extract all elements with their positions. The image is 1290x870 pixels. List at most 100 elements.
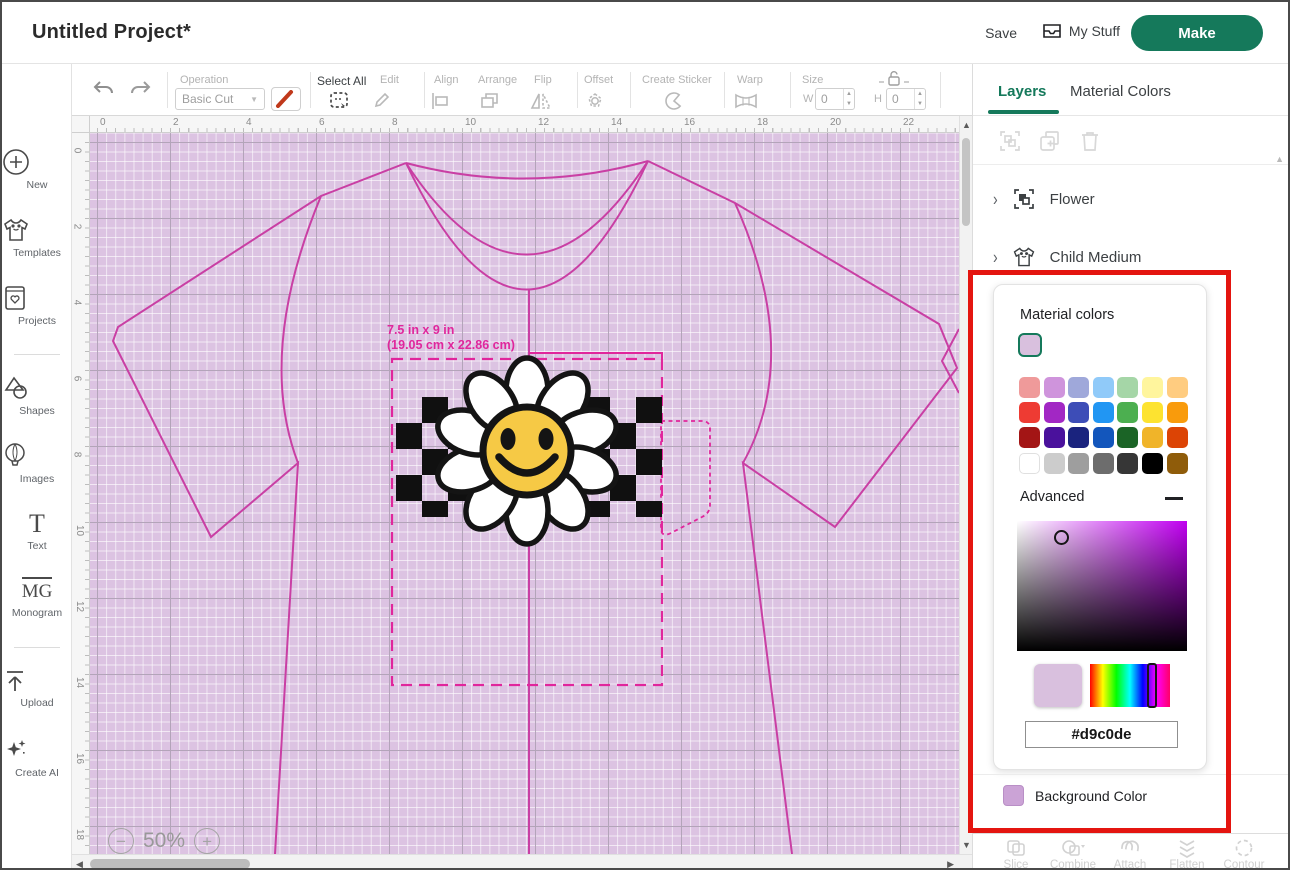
select-all-icon[interactable] bbox=[328, 90, 350, 112]
action-label: Combine bbox=[1045, 859, 1101, 870]
color-swatch[interactable] bbox=[1044, 377, 1065, 398]
chevron-right-icon[interactable]: › bbox=[993, 189, 998, 210]
operation-dropdown[interactable]: Basic Cut▼ bbox=[175, 88, 265, 110]
color-swatch[interactable] bbox=[1167, 402, 1188, 423]
chevron-right-icon[interactable]: › bbox=[993, 247, 998, 268]
color-swatch[interactable] bbox=[1068, 427, 1089, 448]
pocket-outline[interactable] bbox=[661, 421, 710, 535]
horizontal-scroll-thumb[interactable] bbox=[90, 859, 250, 869]
width-spinner[interactable]: ▲▼ bbox=[843, 89, 854, 109]
canvas-workspace: 0246810121416182022 024681012141618 bbox=[72, 116, 972, 870]
lock-icon[interactable] bbox=[877, 70, 911, 86]
flatten-button[interactable]: Flatten bbox=[1159, 838, 1215, 870]
sidebar-item-images[interactable]: Images bbox=[2, 442, 72, 485]
saturation-brightness-picker[interactable] bbox=[1017, 521, 1187, 651]
zoom-out-button[interactable]: − bbox=[108, 828, 134, 854]
horizontal-scrollbar[interactable]: ◀ ▶ bbox=[72, 854, 972, 870]
flip-label[interactable]: Flip bbox=[534, 74, 552, 86]
trash-button[interactable] bbox=[1078, 129, 1102, 153]
scroll-right-icon[interactable]: ▶ bbox=[947, 859, 954, 870]
color-swatch[interactable] bbox=[1142, 402, 1163, 423]
attach-icon bbox=[1118, 838, 1142, 858]
height-spinner[interactable]: ▲▼ bbox=[914, 89, 925, 109]
undo-button[interactable] bbox=[92, 77, 116, 101]
color-swatch[interactable] bbox=[1093, 453, 1114, 474]
save-button[interactable]: Save bbox=[985, 25, 1017, 41]
arrange-label[interactable]: Arrange bbox=[478, 74, 517, 86]
hue-slider[interactable] bbox=[1090, 664, 1170, 707]
vertical-scrollbar[interactable]: ▲ ▼ bbox=[959, 116, 972, 854]
sidebar-item-create-ai[interactable]: Create AI bbox=[2, 736, 72, 779]
edit-label[interactable]: Edit bbox=[380, 74, 399, 86]
my-stuff-button[interactable]: My Stuff bbox=[1042, 22, 1120, 40]
zoom-in-button[interactable]: + bbox=[194, 828, 220, 854]
color-swatch[interactable] bbox=[1044, 427, 1065, 448]
select-all-button[interactable]: Select All bbox=[317, 74, 366, 88]
vertical-scroll-thumb[interactable] bbox=[962, 138, 970, 226]
color-swatch[interactable] bbox=[1019, 453, 1040, 474]
make-button[interactable]: Make bbox=[1131, 15, 1263, 51]
design-canvas[interactable]: 7.5 in x 9 in (19.05 cm x 22.86 cm) − 50… bbox=[90, 133, 959, 854]
color-swatch[interactable] bbox=[1167, 427, 1188, 448]
selected-material-color-swatch[interactable] bbox=[1018, 333, 1042, 357]
duplicate-button[interactable] bbox=[1038, 129, 1062, 153]
bottom-action-bar: Slice Combine Attach Flatten Contour bbox=[973, 833, 1290, 870]
sidebar-item-monogram[interactable]: MG Monogram bbox=[2, 577, 72, 619]
contour-button[interactable]: Contour bbox=[1216, 838, 1272, 870]
color-swatch[interactable] bbox=[1044, 402, 1065, 423]
scroll-left-icon[interactable]: ◀ bbox=[76, 859, 83, 870]
color-swatch[interactable] bbox=[1068, 402, 1089, 423]
color-swatch[interactable] bbox=[1167, 453, 1188, 474]
picker-handle[interactable] bbox=[1054, 530, 1069, 545]
sidebar-item-templates[interactable]: Templates bbox=[2, 216, 72, 259]
tab-layers[interactable]: Layers bbox=[998, 83, 1046, 100]
color-swatch[interactable] bbox=[1093, 427, 1114, 448]
color-swatch[interactable] bbox=[1019, 402, 1040, 423]
attach-button[interactable]: Attach bbox=[1102, 838, 1158, 870]
background-color-row[interactable]: Background Color bbox=[1003, 785, 1147, 806]
color-swatch[interactable] bbox=[1093, 377, 1114, 398]
color-swatch[interactable] bbox=[1019, 427, 1040, 448]
redo-button[interactable] bbox=[128, 77, 152, 101]
create-sticker-label[interactable]: Create Sticker bbox=[642, 74, 712, 86]
sidebar-item-projects[interactable]: Projects bbox=[2, 284, 72, 327]
color-swatch[interactable] bbox=[1142, 453, 1163, 474]
operation-color-button[interactable] bbox=[271, 87, 301, 111]
slice-button[interactable]: Slice bbox=[988, 838, 1044, 870]
align-label[interactable]: Align bbox=[434, 74, 458, 86]
hex-color-input[interactable] bbox=[1025, 721, 1178, 748]
color-swatch[interactable] bbox=[1068, 377, 1089, 398]
sidebar-item-upload[interactable]: Upload bbox=[2, 668, 72, 709]
collapse-advanced-icon[interactable] bbox=[1165, 497, 1183, 500]
color-swatch[interactable] bbox=[1044, 453, 1065, 474]
color-swatch[interactable] bbox=[1117, 377, 1138, 398]
scroll-up-icon[interactable]: ▲ bbox=[962, 120, 971, 130]
layer-row-child-medium[interactable]: › Child Medium bbox=[973, 230, 1290, 284]
scroll-down-icon[interactable]: ▼ bbox=[962, 840, 971, 850]
ruler-number: 6 bbox=[72, 376, 82, 382]
warp-label[interactable]: Warp bbox=[737, 74, 763, 86]
color-swatch[interactable] bbox=[1117, 402, 1138, 423]
color-swatch[interactable] bbox=[1117, 427, 1138, 448]
color-swatch[interactable] bbox=[1093, 402, 1114, 423]
sidebar-item-new[interactable]: New bbox=[2, 148, 72, 191]
hue-slider-handle[interactable] bbox=[1147, 663, 1157, 708]
panel-scroll-up-icon[interactable]: ▲ bbox=[1275, 154, 1284, 164]
background-color-swatch[interactable] bbox=[1003, 785, 1024, 806]
color-swatch[interactable] bbox=[1167, 377, 1188, 398]
color-swatch[interactable] bbox=[1142, 427, 1163, 448]
sidebar-item-text[interactable]: T Text bbox=[2, 511, 72, 552]
color-swatch[interactable] bbox=[1142, 377, 1163, 398]
upload-icon bbox=[2, 668, 28, 694]
sidebar-divider bbox=[14, 647, 60, 648]
color-swatch[interactable] bbox=[1068, 453, 1089, 474]
sidebar-item-shapes[interactable]: Shapes bbox=[2, 374, 72, 417]
color-swatch[interactable] bbox=[1117, 453, 1138, 474]
group-button[interactable] bbox=[998, 129, 1022, 153]
offset-label[interactable]: Offset bbox=[584, 74, 613, 86]
layer-row-flower[interactable]: › Flower bbox=[973, 172, 1290, 226]
canvas-artwork[interactable]: 7.5 in x 9 in (19.05 cm x 22.86 cm) bbox=[90, 133, 959, 854]
tab-material-colors[interactable]: Material Colors bbox=[1070, 83, 1171, 100]
color-swatch[interactable] bbox=[1019, 377, 1040, 398]
combine-button[interactable]: Combine bbox=[1045, 838, 1101, 870]
